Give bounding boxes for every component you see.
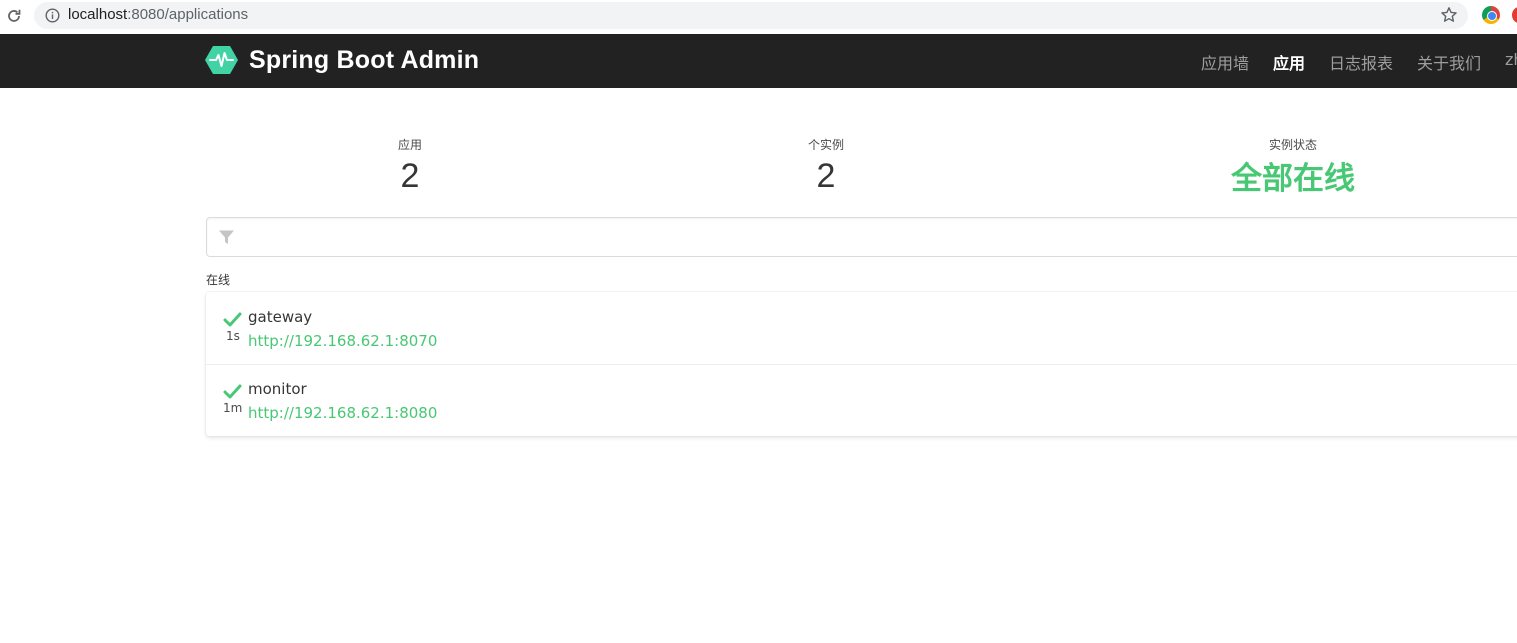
applications-label: 应用 [397, 138, 422, 152]
list-item[interactable]: 1s gateway http://192.168.62.1:8070 [206, 292, 1517, 364]
brand[interactable]: Spring Boot Admin [205, 45, 479, 75]
extension-icon[interactable] [1512, 7, 1517, 23]
nav-item-journal[interactable]: 日志报表 [1329, 50, 1393, 74]
group-label-up: 在线 [206, 273, 231, 287]
instances-stat: 个实例 2 [776, 136, 876, 196]
navbar: Spring Boot Admin 应用墙 应用 日志报表 关于我们 zh [0, 34, 1517, 88]
filter-box[interactable] [206, 217, 1517, 257]
reload-icon[interactable] [4, 6, 24, 26]
info-icon[interactable] [45, 8, 60, 23]
app-since: 1s [226, 329, 240, 343]
applications-count: 2 [400, 157, 420, 195]
instances-count: 2 [816, 157, 836, 195]
address-bar[interactable]: localhost:8080/applications [34, 2, 1468, 29]
check-icon [223, 384, 242, 399]
list-item[interactable]: 1m monitor http://192.168.62.1:8080 [206, 364, 1517, 436]
browser-toolbar: localhost:8080/applications [0, 0, 1517, 34]
status-value: 全部在线 [1231, 161, 1355, 197]
app-since: 1m [223, 401, 243, 415]
status-stat: 实例状态 全部在线 [1213, 136, 1373, 198]
instances-label: 个实例 [807, 138, 844, 152]
bookmark-star-icon[interactable] [1440, 6, 1458, 24]
url-host: localhost [68, 6, 128, 23]
spring-boot-admin-logo-icon [205, 46, 238, 74]
nav-item-wallboard[interactable]: 应用墙 [1201, 50, 1249, 74]
url-text[interactable]: localhost:8080/applications [68, 6, 248, 23]
app-name: gateway [248, 308, 313, 326]
filter-input[interactable] [245, 224, 1505, 250]
applications-stat: 应用 2 [360, 136, 460, 196]
extension-chrome-icon[interactable] [1482, 6, 1500, 24]
nav-item-language[interactable]: zh [1505, 50, 1517, 69]
nav-item-applications[interactable]: 应用 [1273, 50, 1305, 74]
status-label: 实例状态 [1268, 138, 1317, 152]
app-url-link[interactable]: http://192.168.62.1:8070 [248, 332, 437, 350]
filter-icon [219, 230, 234, 244]
url-path: :8080/applications [127, 6, 249, 23]
app-url-link[interactable]: http://192.168.62.1:8080 [248, 404, 437, 422]
check-icon [223, 312, 242, 327]
application-list: 1s gateway http://192.168.62.1:8070 1m m… [206, 292, 1517, 436]
nav-item-about[interactable]: 关于我们 [1417, 50, 1481, 74]
app-name: monitor [248, 380, 307, 398]
brand-title: Spring Boot Admin [249, 45, 480, 74]
